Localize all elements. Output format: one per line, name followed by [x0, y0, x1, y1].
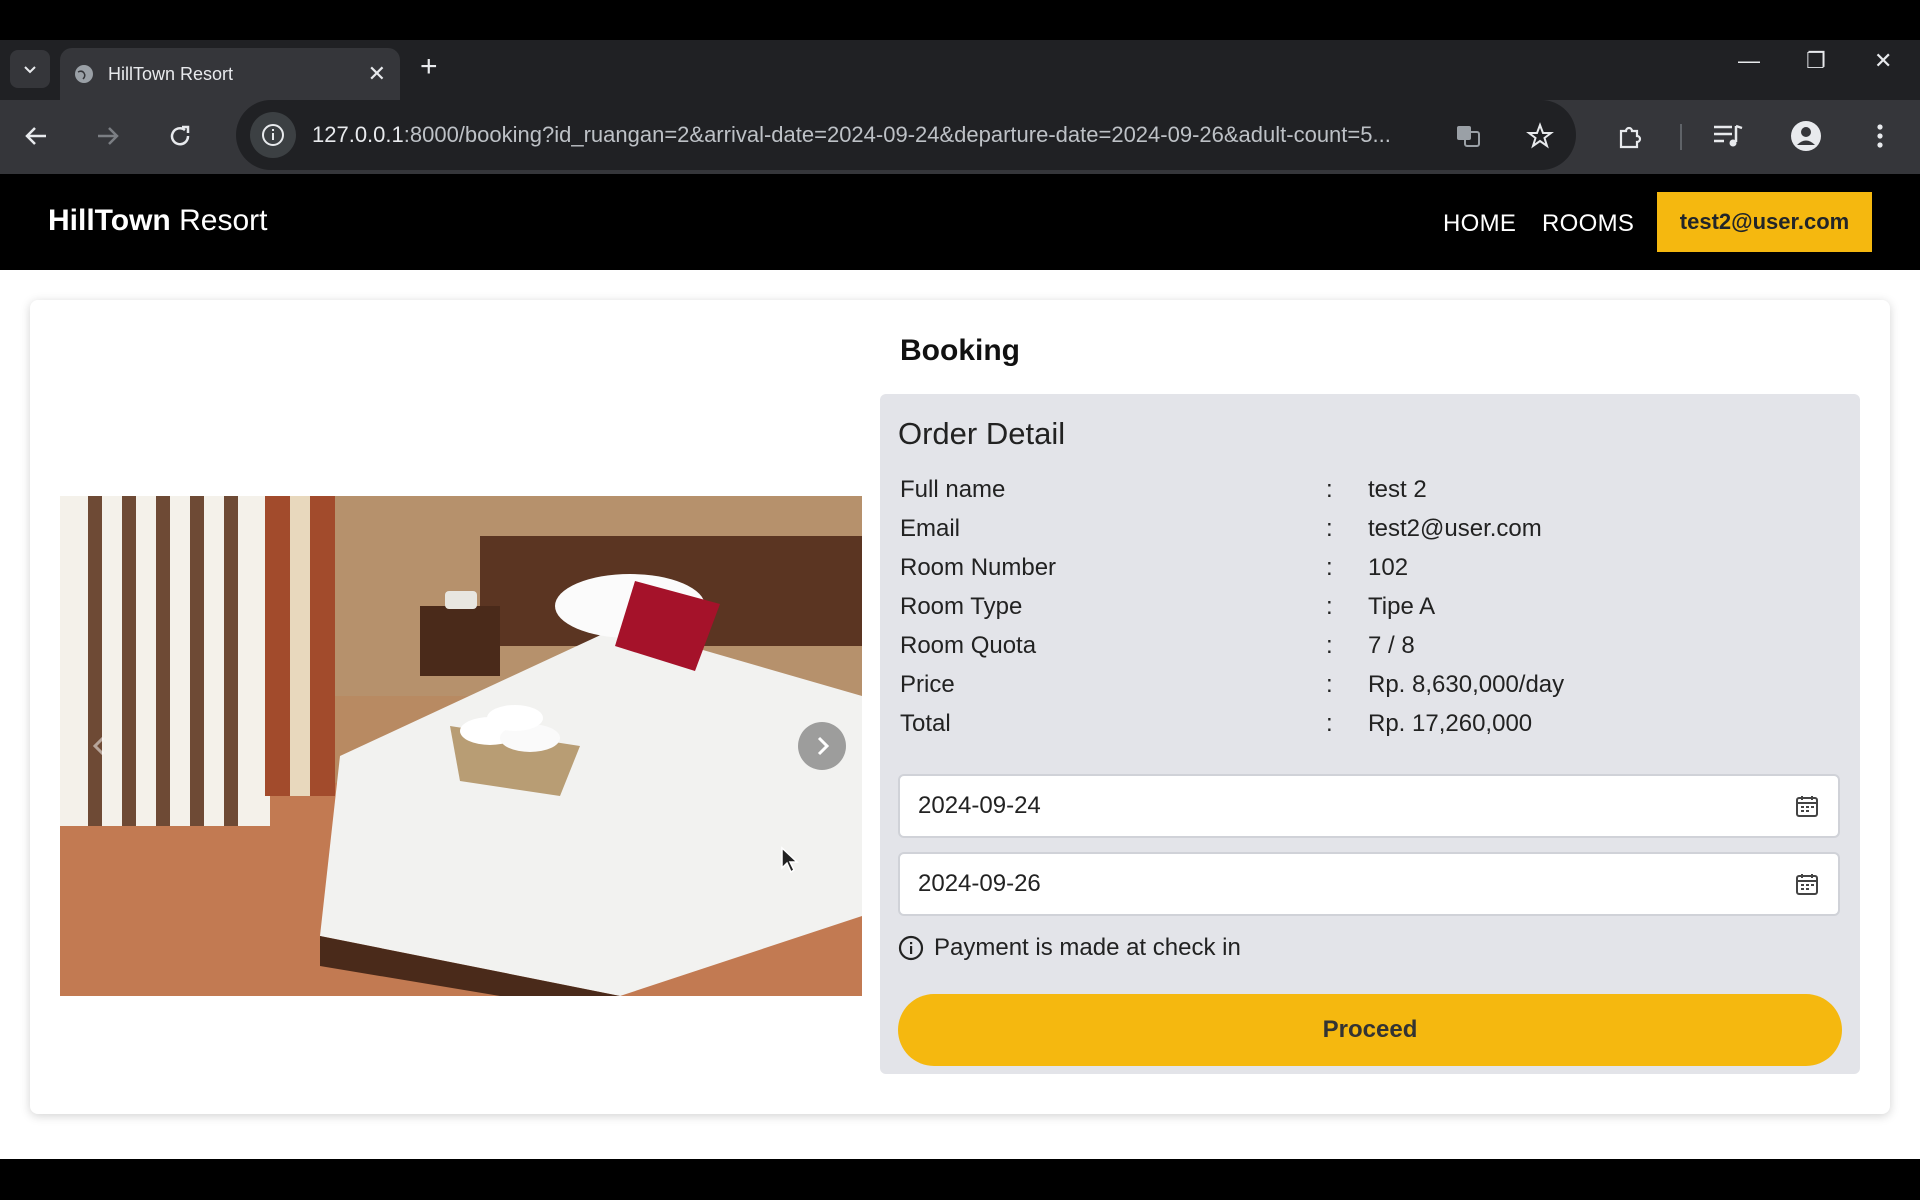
forward-button[interactable] [90, 118, 126, 154]
payment-note-text: Payment is made at check in [934, 934, 1241, 961]
payment-note: Payment is made at check in [898, 934, 1241, 962]
info-icon [262, 124, 284, 146]
calendar-icon[interactable] [1794, 871, 1820, 897]
detail-colon: : [1326, 632, 1333, 659]
detail-colon: : [1326, 671, 1333, 698]
order-detail-panel: Order Detail Full name : test 2 Email : … [880, 394, 1860, 1074]
translate-icon [1457, 126, 1480, 147]
detail-colon: : [1326, 593, 1333, 620]
restore-button[interactable]: ❐ [1806, 48, 1826, 74]
media-icon [1714, 124, 1743, 147]
extensions-button[interactable] [1612, 118, 1648, 154]
brand-name: HillTown [48, 204, 171, 237]
order-detail-title: Order Detail [898, 416, 1066, 451]
back-button[interactable] [18, 118, 54, 154]
tab-title: HillTown Resort [108, 63, 234, 84]
detail-label: Room Quota [900, 632, 1037, 659]
detail-colon: : [1326, 515, 1333, 542]
detail-row-full-name: Full name : test 2 [900, 476, 1840, 512]
new-tab-button[interactable]: + [420, 52, 438, 82]
url-host: 127.0.0.1 [312, 122, 404, 147]
browser-toolbar: 127.0.0.1:8000/booking?id_ruangan=2&arri… [0, 100, 1920, 174]
room-image-carousel[interactable] [60, 496, 862, 996]
profile-button[interactable] [1788, 118, 1824, 154]
detail-row-room-type: Room Type : Tipe A [900, 593, 1840, 629]
bookmark-button[interactable] [1522, 118, 1558, 154]
detail-row-room-number: Room Number : 102 [900, 554, 1840, 590]
carousel-prev-button[interactable] [76, 722, 124, 770]
proceed-button[interactable]: Proceed [898, 994, 1842, 1066]
nav-home[interactable]: HOME [1443, 210, 1516, 238]
browser-tab[interactable]: HillTown Resort ✕ [60, 48, 400, 100]
detail-value: 102 [1368, 554, 1409, 581]
site-info-button[interactable] [250, 112, 296, 158]
detail-value: Tipe A [1368, 593, 1436, 620]
address-bar[interactable]: 127.0.0.1:8000/booking?id_ruangan=2&arri… [236, 100, 1576, 170]
menu-icon [1877, 124, 1883, 148]
brand-suffix: Resort [179, 204, 268, 237]
user-account-button[interactable]: test2@user.com [1657, 192, 1872, 252]
detail-label: Room Type [900, 593, 1023, 620]
chevron-left-icon [92, 736, 105, 756]
detail-label: Total [900, 710, 951, 737]
toolbar-divider [1680, 124, 1682, 150]
tab-list-button[interactable] [10, 50, 50, 88]
chevron-right-icon [817, 736, 830, 756]
detail-value: Rp. 17,260,000 [1368, 710, 1533, 737]
nav-rooms[interactable]: ROOMS [1542, 210, 1634, 238]
detail-value: test 2 [1368, 476, 1427, 503]
browser-menu-button[interactable] [1862, 118, 1898, 154]
forward-icon [98, 127, 119, 145]
extensions-icon [1619, 126, 1642, 149]
reload-icon [170, 125, 190, 146]
detail-row-room-quota: Room Quota : 7 / 8 [900, 632, 1840, 668]
detail-row-price: Price : Rp. 8,630,000/day [900, 671, 1840, 707]
detail-label: Room Number [900, 554, 1057, 581]
page-title: Booking [900, 334, 1020, 367]
minimize-button[interactable]: — [1738, 48, 1760, 74]
url-text[interactable]: 127.0.0.1:8000/booking?id_ruangan=2&arri… [312, 122, 1472, 148]
tab-list-icon [24, 66, 36, 74]
detail-label: Full name [900, 476, 1006, 503]
detail-value: Rp. 8,630,000/day [1368, 671, 1565, 698]
arrival-date-input[interactable]: 2024-09-24 [898, 774, 1840, 838]
url-path: :8000/booking?id_ruangan=2&arrival-date=… [403, 122, 1391, 147]
star-icon [1526, 122, 1554, 149]
close-icon[interactable]: ✕ [368, 61, 386, 87]
detail-colon: : [1326, 554, 1333, 581]
detail-row-total: Total : Rp. 17,260,000 [900, 710, 1840, 746]
translate-button[interactable] [1450, 118, 1486, 154]
room-photo [60, 496, 862, 996]
media-button[interactable] [1710, 118, 1746, 154]
departure-date-value: 2024-09-26 [918, 870, 1041, 897]
back-icon [25, 127, 46, 145]
detail-value: 7 / 8 [1368, 632, 1415, 659]
arrival-date-value: 2024-09-24 [918, 792, 1041, 819]
calendar-icon[interactable] [1794, 793, 1820, 819]
reload-button[interactable] [162, 118, 198, 154]
globe-icon [75, 65, 93, 83]
profile-icon [1791, 121, 1821, 151]
page: HillTown Resort HOME ROOMS test2@user.co… [0, 174, 1920, 1159]
carousel-next-button[interactable] [798, 722, 846, 770]
detail-label: Email [900, 515, 961, 542]
mouse-cursor-icon [781, 846, 799, 874]
window-close-button[interactable]: ✕ [1874, 48, 1892, 74]
detail-row-email: Email : test2@user.com [900, 515, 1840, 551]
booking-card: Booking Order Detail Full name: test 2 … [30, 300, 1890, 1114]
site-navbar: HillTown Resort HOME ROOMS test2@user.co… [0, 174, 1920, 270]
tab-strip: HillTown Resort ✕ + — ❐ ✕ [0, 40, 1920, 100]
brand-logo[interactable]: HillTown Resort [48, 204, 267, 238]
detail-value: test2@user.com [1368, 515, 1542, 542]
detail-colon: : [1326, 710, 1333, 737]
detail-label: Price [900, 671, 955, 698]
detail-colon: : [1326, 476, 1333, 503]
info-icon [898, 935, 924, 961]
plus-icon: + [420, 50, 438, 83]
departure-date-input[interactable]: 2024-09-26 [898, 852, 1840, 916]
